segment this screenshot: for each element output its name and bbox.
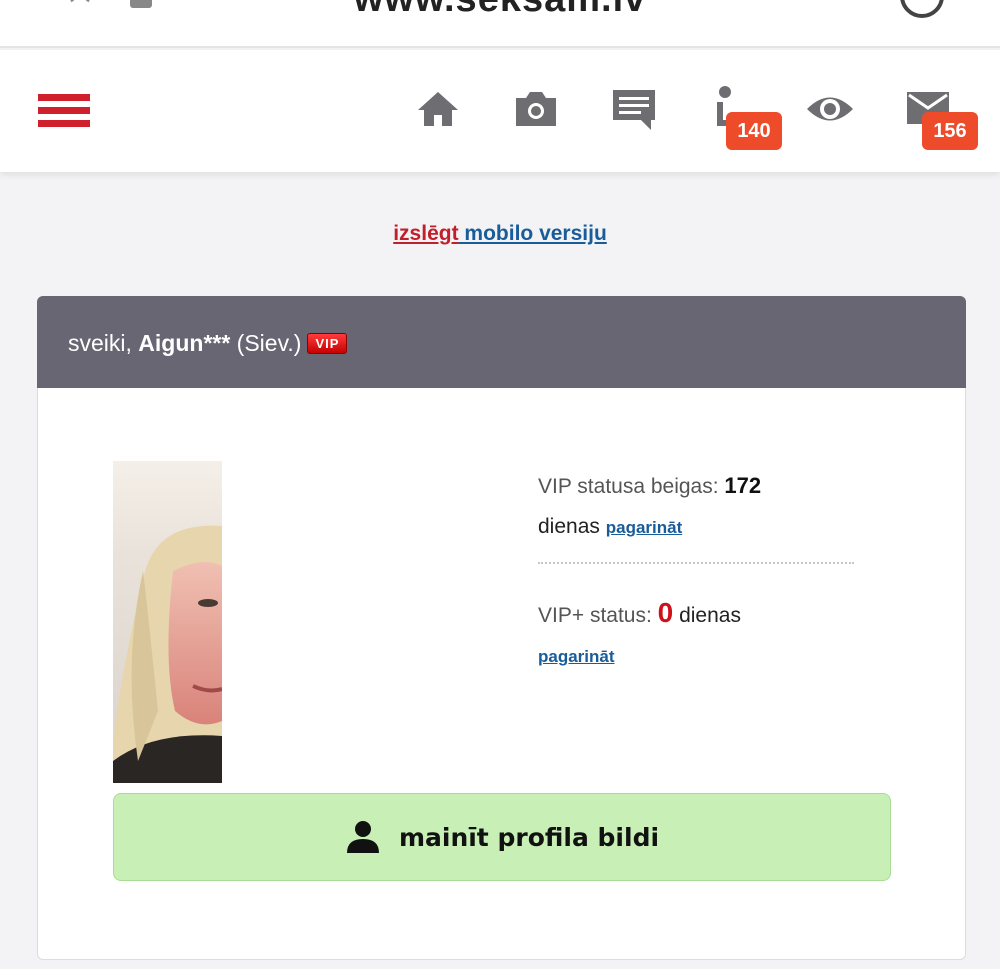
vip-status-label: VIP statusa beigas: <box>538 475 725 498</box>
vip-badge: VIP <box>307 333 348 354</box>
person-icon <box>346 821 379 853</box>
eye-icon[interactable] <box>805 84 855 134</box>
visitors-count-badge: 140 <box>726 112 782 150</box>
profile-card-header: sveiki, Aigun*** (Siev.) VIP <box>37 296 966 388</box>
home-icon[interactable] <box>413 84 463 134</box>
vip-status-info: VIP statusa beigas: 172 dienas pagarināt <box>538 466 858 548</box>
vip-days-value: 172 <box>724 473 762 498</box>
greeting-prefix: sveiki, <box>68 330 139 356</box>
change-profile-photo-button[interactable]: mainīt profila bildi <box>113 793 891 881</box>
profile-photo[interactable] <box>113 461 222 783</box>
vipplus-label: VIP+ status: <box>538 604 658 627</box>
username[interactable]: Aigun*** <box>138 330 230 356</box>
vipplus-value: 0 <box>657 597 674 628</box>
profile-card-body: VIP statusa beigas: 172 dienas pagarināt… <box>37 388 966 960</box>
vipplus-unit: dienas <box>673 604 741 627</box>
extend-vip-link[interactable]: pagarināt <box>606 518 683 537</box>
mobile-version-link[interactable]: mobilo versiju <box>459 222 606 245</box>
menu-hamburger-icon[interactable] <box>38 94 90 128</box>
vip-days-unit: dienas <box>538 515 600 538</box>
vipplus-status-info: VIP+ status: 0 dienas pagarināt <box>538 593 858 677</box>
extend-vipplus-link[interactable]: pagarināt <box>538 647 615 666</box>
chat-icon[interactable] <box>609 84 659 134</box>
divider <box>538 562 854 564</box>
messages-count-badge: 156 <box>922 112 978 150</box>
gender: (Siev.) <box>230 330 302 356</box>
browser-address-bar: www.seksam.lv <box>0 0 1000 48</box>
camera-icon[interactable] <box>511 84 561 134</box>
profile-photo-image <box>113 461 222 783</box>
app-header: 140 156 <box>0 50 1000 172</box>
url-text[interactable]: www.seksam.lv <box>0 0 1000 21</box>
greeting: sveiki, Aigun*** (Siev.) VIP <box>68 330 348 357</box>
mobile-version-toggle: izslēgt mobilo versiju <box>0 222 1000 246</box>
change-profile-photo-label: mainīt profila bildi <box>398 822 660 852</box>
disable-mobile-link[interactable]: izslēgt <box>393 222 458 245</box>
